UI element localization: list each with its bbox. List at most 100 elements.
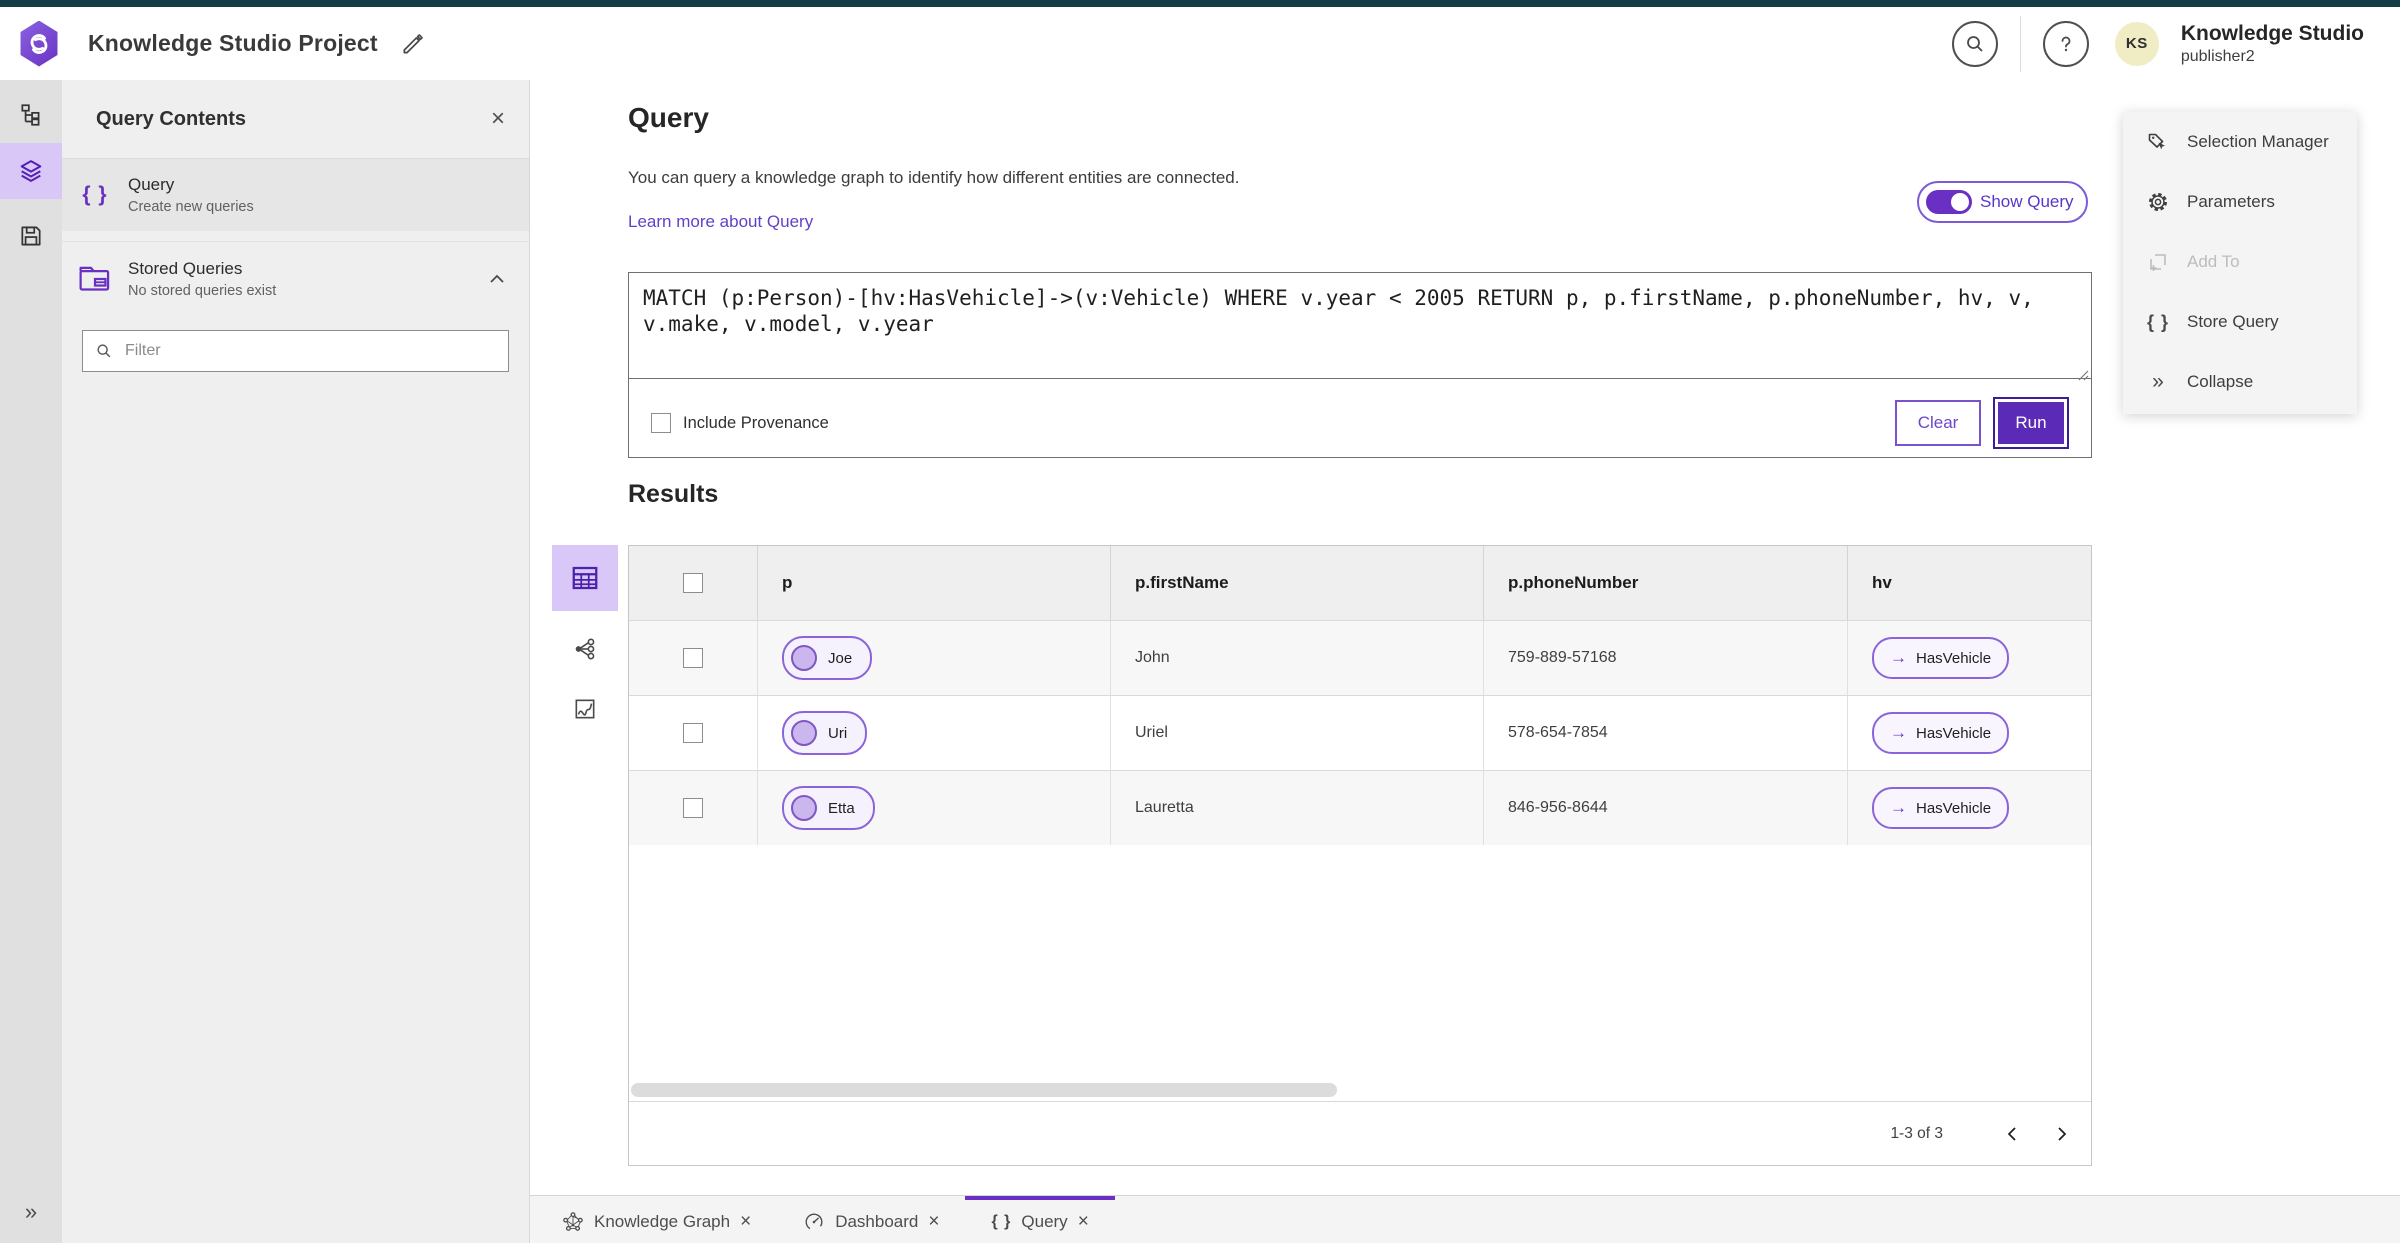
toggle-label: Show Query (1980, 192, 2074, 211)
tab-close-icon[interactable]: × (1078, 1212, 1089, 1231)
table-view-button[interactable] (552, 545, 618, 611)
node-icon (791, 720, 817, 746)
edge-pill[interactable]: → HasVehicle (1872, 787, 2010, 829)
cell-phonenumber: 846-956-8644 (1508, 799, 1608, 816)
edge-label: HasVehicle (1916, 799, 1992, 817)
node-label: Uri (828, 724, 848, 742)
table-row: Etta Lauretta 846-956-8644 → HasVehicle (629, 770, 2091, 845)
search-button[interactable] (1951, 20, 1998, 67)
menu-item-label: Add To (2187, 252, 2240, 271)
rail-save-button[interactable] (0, 208, 62, 264)
panel-close-icon[interactable]: × (491, 107, 505, 131)
panel-separator (62, 231, 529, 242)
learn-more-link[interactable]: Learn more about Query (628, 212, 813, 232)
rail-layers-button[interactable] (0, 143, 62, 199)
avatar[interactable]: KS (2114, 21, 2159, 66)
column-header-firstname[interactable]: p.firstName (1111, 546, 1484, 620)
select-all-checkbox[interactable] (683, 573, 703, 593)
panel-item-sublabel: No stored queries exist (128, 283, 277, 299)
column-header-p[interactable]: p (758, 546, 1111, 620)
node-pill[interactable]: Uri (782, 711, 868, 755)
panel-item-stored-queries[interactable]: Stored Queries No stored queries exist (62, 242, 529, 316)
panel-item-sublabel: Create new queries (128, 199, 254, 215)
clear-button[interactable]: Clear (1895, 400, 1981, 446)
stored-queries-folder-icon (79, 266, 110, 291)
chevron-left-icon (2007, 1126, 2016, 1141)
edge-pill[interactable]: → HasVehicle (1872, 712, 2010, 754)
knowledge-graph-icon (563, 1211, 583, 1231)
next-page-button[interactable] (2037, 1110, 2085, 1158)
run-button[interactable]: Run (1993, 397, 2069, 449)
graph-view-button[interactable] (552, 627, 618, 671)
node-label: Joe (828, 649, 853, 667)
braces-icon: { } (2146, 311, 2169, 332)
filter-field[interactable] (82, 330, 509, 372)
node-label: Etta (828, 799, 855, 817)
results-table: p p.firstName p.phoneNumber hv Joe John … (628, 545, 2092, 1166)
window-accent-strip (0, 0, 2400, 7)
node-pill[interactable]: Joe (782, 636, 873, 680)
column-header-hv[interactable]: hv (1848, 546, 2091, 620)
topbar: Knowledge Studio Project KS Knowledge St… (0, 7, 2400, 81)
cell-firstname: Uriel (1135, 724, 1168, 741)
rail-hierarchy-button[interactable] (0, 87, 62, 143)
selection-manager-icon (2145, 130, 2171, 154)
question-mark-icon (2061, 36, 2071, 51)
toggle-switch[interactable] (1926, 190, 1972, 214)
gear-icon (2145, 190, 2171, 214)
node-icon (791, 795, 817, 821)
previous-page-button[interactable] (1989, 1110, 2037, 1158)
tab-query[interactable]: { } Query × (965, 1196, 1115, 1243)
row-checkbox[interactable] (683, 723, 703, 743)
add-to-button: Add To (2123, 232, 2357, 292)
node-icon (791, 645, 817, 671)
row-checkbox[interactable] (683, 798, 703, 818)
column-header-phonenumber[interactable]: p.phoneNumber (1484, 546, 1848, 620)
tab-knowledge-graph[interactable]: Knowledge Graph × (536, 1196, 777, 1243)
chart-view-button[interactable] (552, 687, 618, 731)
add-to-icon (2145, 250, 2171, 274)
store-query-button[interactable]: { } Store Query (2123, 292, 2357, 352)
panel-item-query[interactable]: { } Query Create new queries (62, 159, 529, 231)
collapse-icon: » (2152, 370, 2164, 393)
topbar-divider (2019, 15, 2021, 72)
query-actions-menu: Selection Manager Parameters Add To { } … (2123, 112, 2357, 414)
edge-arrow-icon: → (1890, 723, 1907, 742)
parameters-button[interactable]: Parameters (2123, 172, 2357, 232)
collapse-section-icon[interactable] (489, 274, 505, 284)
horizontal-scrollbar[interactable] (631, 1083, 1337, 1097)
query-editor-container: MATCH (p:Person)-[hv:HasVehicle]->(v:Veh… (628, 272, 2092, 458)
tab-close-icon[interactable]: × (928, 1212, 939, 1231)
query-editor[interactable]: MATCH (p:Person)-[hv:HasVehicle]->(v:Veh… (629, 273, 2091, 379)
hierarchy-icon (21, 104, 40, 126)
save-icon (21, 226, 41, 246)
filter-input[interactable] (123, 341, 508, 361)
table-row: Uri Uriel 578-654-7854 → HasVehicle (629, 695, 2091, 770)
filter-search-icon (95, 342, 113, 360)
query-contents-panel: Query Contents × { } Query Create new qu… (62, 80, 530, 1243)
edge-label: HasVehicle (1916, 724, 1992, 742)
dashboard-gauge-icon (805, 1213, 823, 1230)
page-description: You can query a knowledge graph to ident… (628, 168, 1240, 187)
page-title: Query (628, 102, 709, 133)
edge-pill[interactable]: → HasVehicle (1872, 637, 2010, 679)
include-provenance-checkbox[interactable] (651, 413, 671, 433)
tab-dashboard[interactable]: Dashboard × (777, 1196, 965, 1243)
rail-expand-button[interactable]: » (0, 1199, 62, 1225)
node-pill[interactable]: Etta (782, 786, 875, 830)
resize-handle[interactable] (2077, 369, 2089, 381)
panel-item-label: Stored Queries (128, 259, 243, 278)
edge-arrow-icon: → (1890, 648, 1907, 667)
cell-phonenumber: 578-654-7854 (1508, 724, 1608, 741)
edit-title-icon[interactable] (400, 31, 426, 57)
show-query-toggle[interactable]: Show Query (1917, 181, 2088, 223)
help-button[interactable] (2042, 20, 2089, 67)
braces-icon: { } (82, 183, 108, 206)
tab-close-icon[interactable]: × (740, 1212, 751, 1231)
collapse-menu-button[interactable]: » Collapse (2123, 352, 2357, 412)
selection-manager-button[interactable]: Selection Manager (2123, 112, 2357, 172)
tab-label: Query (1021, 1211, 1068, 1231)
row-checkbox[interactable] (683, 648, 703, 668)
app-logo-icon (20, 20, 58, 67)
left-rail: » (0, 80, 63, 1243)
